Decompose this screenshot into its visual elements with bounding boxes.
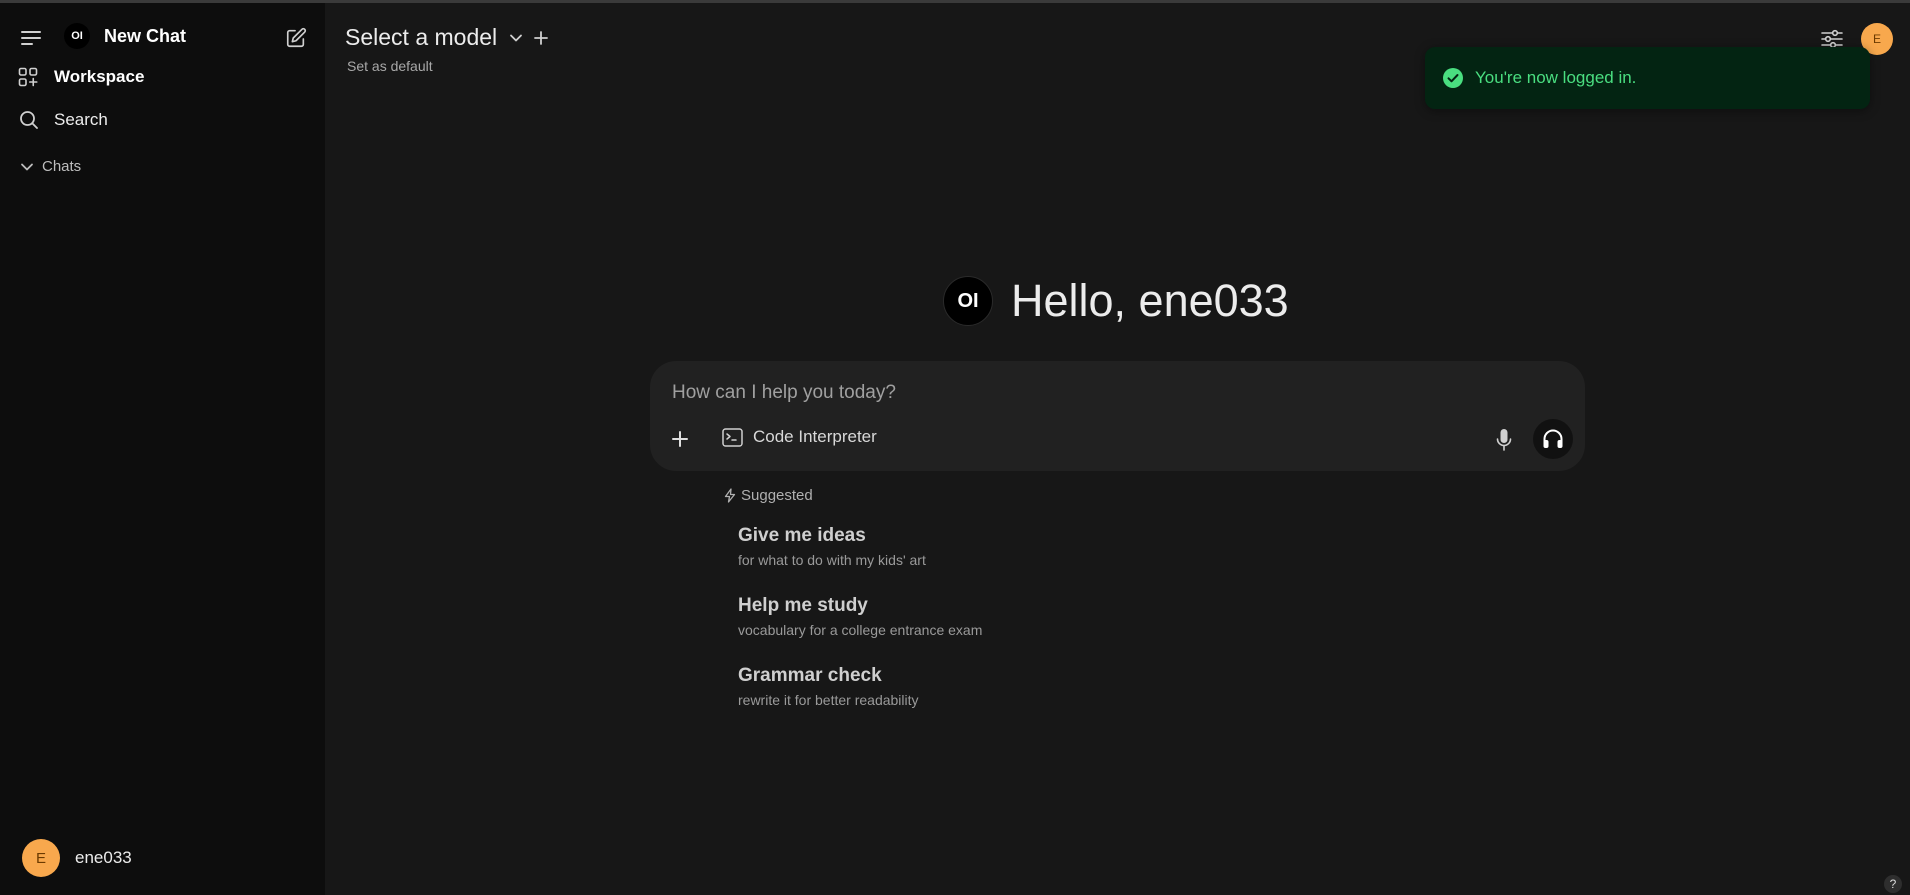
code-interpreter-toggle[interactable]: Code Interpreter xyxy=(722,427,877,447)
sidebar-item-label: Search xyxy=(54,110,108,129)
suggestion-subtitle: for what to do with my kids' art xyxy=(738,552,926,568)
app-window: OI New Chat Workspace Search Chats E ene… xyxy=(0,0,1910,895)
help-button[interactable]: ? xyxy=(1884,875,1902,893)
chevron-down-icon xyxy=(510,34,523,41)
greeting: OI Hello, ene033 xyxy=(943,275,1289,327)
sidebar: OI New Chat Workspace Search Chats E ene… xyxy=(0,3,325,895)
model-selector[interactable]: Select a model xyxy=(345,24,523,51)
attach-button[interactable] xyxy=(668,427,692,451)
voice-mode-button[interactable] xyxy=(1533,419,1573,459)
chevron-down-icon xyxy=(21,163,33,170)
avatar-initial: E xyxy=(35,849,46,867)
plus-icon xyxy=(534,31,548,45)
sidebar-item-search[interactable]: Search xyxy=(19,110,108,130)
login-toast: You're now logged in. xyxy=(1425,47,1870,109)
sidebar-item-workspace[interactable]: Workspace xyxy=(18,67,144,87)
new-chat-link[interactable]: OI New Chat xyxy=(64,23,186,49)
suggestion-item[interactable]: Grammar check rewrite it for better read… xyxy=(738,665,919,708)
code-interpreter-label: Code Interpreter xyxy=(753,427,877,446)
microphone-icon xyxy=(1496,429,1512,451)
app-logo: OI xyxy=(64,23,90,49)
suggestion-title: Grammar check xyxy=(738,665,882,686)
user-name: ene033 xyxy=(75,848,132,867)
message-input[interactable] xyxy=(672,379,1552,407)
grid-plus-icon xyxy=(18,67,38,87)
sliders-icon xyxy=(1821,29,1843,49)
toast-message: You're now logged in. xyxy=(1475,68,1637,87)
suggestion-subtitle: vocabulary for a college entrance exam xyxy=(738,622,983,638)
lightning-icon xyxy=(724,488,736,503)
search-icon xyxy=(20,111,38,129)
suggestion-title: Give me ideas xyxy=(738,525,866,546)
model-title: Select a model xyxy=(345,24,498,50)
avatar-initial: E xyxy=(1872,32,1881,46)
check-circle-icon xyxy=(1443,68,1463,88)
terminal-icon xyxy=(722,427,743,447)
menu-toggle-button[interactable] xyxy=(18,25,44,51)
plus-icon xyxy=(672,431,688,447)
pencil-square-icon xyxy=(286,27,307,48)
suggestion-item[interactable]: Help me study vocabulary for a college e… xyxy=(738,595,982,638)
new-chat-title: New Chat xyxy=(104,25,187,46)
suggestion-subtitle: rewrite it for better readability xyxy=(738,692,919,708)
add-model-button[interactable] xyxy=(532,29,550,47)
chats-label: Chats xyxy=(42,158,82,175)
logo-text: OI xyxy=(957,289,979,312)
suggested-label: Suggested xyxy=(741,487,813,504)
compose-new-chat-button[interactable] xyxy=(283,25,309,51)
greeting-text: Hello, ene033 xyxy=(1011,275,1289,326)
suggestion-item[interactable]: Give me ideas for what to do with my kid… xyxy=(738,525,926,568)
set-as-default-link[interactable]: Set as default xyxy=(347,58,433,74)
chats-section-toggle[interactable]: Chats xyxy=(20,158,81,175)
hamburger-icon xyxy=(21,31,41,45)
greeting-logo: OI xyxy=(943,276,993,326)
message-composer: Code Interpreter xyxy=(650,361,1585,471)
headphones-icon xyxy=(1543,429,1563,448)
logo-text: OI xyxy=(71,30,83,42)
dictate-button[interactable] xyxy=(1492,427,1516,453)
user-menu-button[interactable]: E ene033 xyxy=(22,839,132,877)
suggested-header: Suggested xyxy=(724,487,813,504)
sidebar-item-label: Workspace xyxy=(54,67,145,86)
help-label: ? xyxy=(1889,877,1897,891)
suggestion-title: Help me study xyxy=(738,595,868,616)
avatar: E xyxy=(22,839,60,877)
